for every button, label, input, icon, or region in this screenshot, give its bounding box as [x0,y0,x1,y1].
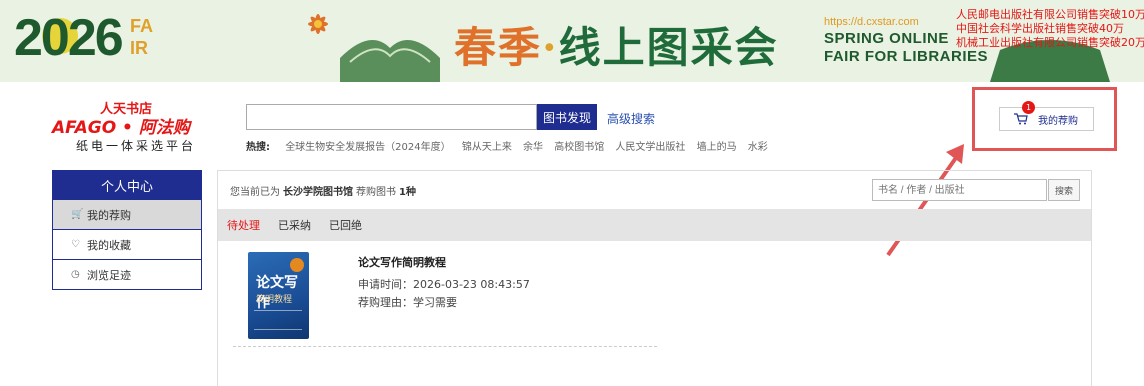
search-button[interactable]: 图书发现 [537,104,597,130]
hot-keyword[interactable]: 全球生物安全发展报告（2024年度） [285,142,450,153]
ticker-line: 中国社会科学出版社销售突破40万 [956,22,1124,35]
svg-text:FA: FA [130,16,153,36]
promo-banner[interactable]: 2026 FA IR 春季·线上图采会 https://d.cxstar.com… [0,0,1144,82]
sidebar-item-label: 我的收藏 [87,238,131,252]
tab-pending[interactable]: 待处理 [227,217,260,233]
banner-title-dot: · [542,23,559,72]
sidebar-item-label: 浏览足迹 [87,268,131,282]
recommendation-count: 1种 [399,186,416,198]
hot-keyword[interactable]: 人民文学出版社 [615,142,685,153]
filter-input[interactable] [872,179,1047,201]
cover-badge-graphic [290,258,304,272]
status-mid: 荐购图书 [356,186,396,198]
tab-rejected[interactable]: 已回绝 [329,217,362,233]
hot-search-label: 热搜: [246,142,270,153]
fair-logo-icon: FA IR [130,16,153,58]
banner-title-part1: 春季 [454,23,543,72]
status-bar: 您当前已为 长沙学院图书馆 荐购图书 1种 搜索 [218,171,1091,209]
cover-decoration [254,310,302,330]
hot-keyword[interactable]: 余华 [523,142,543,153]
banner-en-line1: SPRING ONLINE [824,30,949,47]
cart-icon: 🛒 [71,209,84,220]
svg-text:IR: IR [130,38,148,58]
search-input[interactable] [246,104,537,130]
ticker-line: 机械工业出版社有限公司销售突破20万 [956,36,1144,49]
ticker-line: 人民邮电出版社有限公司销售突破10万 [956,8,1144,21]
sidebar-item-my-favorites[interactable]: ♡ 我的收藏 [52,230,202,260]
logo-subtitle: 纸电一体采选平台 [76,139,197,153]
banner-title-part2: 线上图采会 [558,23,779,72]
personal-center-sidebar: 个人中心 🛒 我的荐购 ♡ 我的收藏 ◷ 浏览足迹 [52,170,202,290]
open-book-graphic [340,40,440,82]
hot-keyword[interactable]: 锦从天上来 [462,142,512,153]
banner-ticker: 人民邮电出版社有限公司销售突破10万 中国社会科学出版社销售突破40万 机械工业… [956,8,1144,50]
recommend-reason: 荐购理由：学习需要 [358,296,457,309]
cart-badge: 1 [1022,101,1035,114]
book-title[interactable]: 论文写作简明教程 [358,254,446,270]
sidebar-item-my-recommendations[interactable]: 🛒 我的荐购 [52,200,202,230]
cart-label: 我的荐购 [1038,115,1078,127]
library-name: 长沙学院图书馆 [283,186,353,198]
hot-keyword[interactable]: 水彩 [748,142,768,153]
apply-time: 申请时间：2026-03-23 08:43:57 [358,278,530,291]
sidebar-header: 个人中心 [52,170,202,200]
banner-en-line2: FAIR FOR LIBRARIES [824,48,989,65]
filter-search-button[interactable]: 搜索 [1048,179,1080,201]
status-prefix: 您当前已为 [230,186,280,198]
advanced-search-link[interactable]: 高级搜索 [607,110,655,127]
status-tabs: 待处理 已采纳 已回绝 [218,209,1091,241]
book-cover[interactable]: 论文写作 简明教程 [248,252,309,339]
hot-keyword[interactable]: 高校图书馆 [554,142,604,153]
banner-title: 春季·线上图采会 [454,14,779,75]
my-recommendations-button[interactable]: 1 我的荐购 [999,101,1094,131]
recommendations-panel: 您当前已为 长沙学院图书馆 荐购图书 1种 搜索 待处理 已采纳 已回绝 论文写… [217,170,1092,386]
cover-subtitle: 简明教程 [256,295,293,305]
hot-keyword[interactable]: 墙上的马 [697,142,737,153]
sidebar-item-browsing-history[interactable]: ◷ 浏览足迹 [52,260,202,290]
heart-icon: ♡ [71,239,80,250]
logo-brand: AFAGO • 阿法购 [52,118,190,138]
history-icon: ◷ [71,269,80,280]
hot-searches: 热搜: 全球生物安全发展报告（2024年度） 锦从天上来 余华 高校图书馆 人民… [246,138,776,153]
banner-url: https://d.cxstar.com [824,16,919,28]
site-logo[interactable]: 人天书店 AFAGO • 阿法购 纸电一体采选平台 [52,98,212,156]
cart-icon [1014,113,1028,125]
sidebar-item-label: 我的荐购 [87,208,131,222]
banner-year: 2026 [14,9,124,67]
tab-accepted[interactable]: 已采纳 [278,217,311,233]
list-item: 论文写作 简明教程 论文写作简明教程 申请时间：2026-03-23 08:43… [233,249,657,347]
